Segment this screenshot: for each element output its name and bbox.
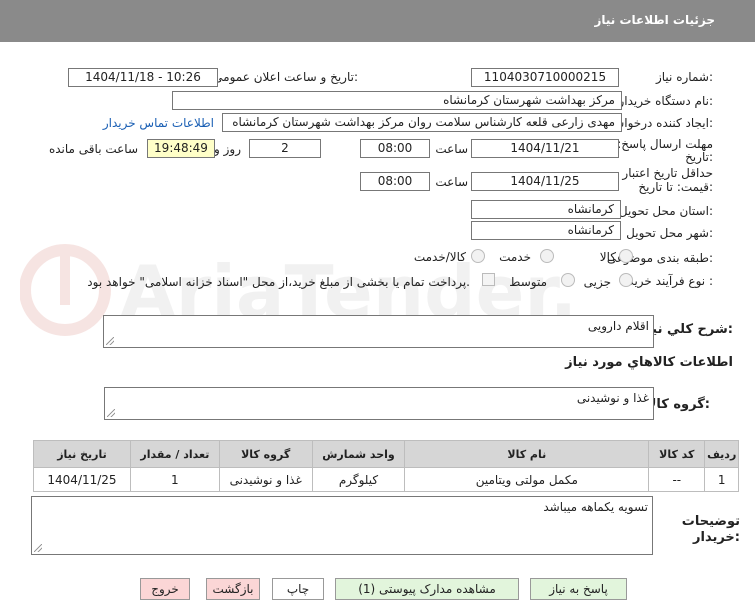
deadline-time-label: ساعت bbox=[435, 142, 468, 156]
cell-code: -- bbox=[648, 467, 706, 492]
category-radio-goods-service[interactable] bbox=[471, 249, 485, 263]
col-group: گروه کالا bbox=[218, 440, 313, 468]
deadline-date-field: 1404/11/21 bbox=[471, 139, 619, 158]
deadline-label-1: مهلت ارسال پاسخ: تا bbox=[606, 137, 713, 151]
category-option-service: خدمت bbox=[499, 250, 531, 264]
validity-date-field: 1404/11/25 bbox=[471, 172, 619, 191]
deadline-label-2: تاریخ: bbox=[685, 150, 713, 164]
exit-button[interactable]: خروج bbox=[140, 578, 190, 600]
city-label: شهر محل تحویل: bbox=[626, 226, 713, 240]
buyer-org-label: نام دستگاه خریدار: bbox=[618, 94, 714, 108]
description-value: اقلام دارویی bbox=[587, 319, 649, 333]
announce-label: تاریخ و ساعت اعلان عمومی: bbox=[213, 70, 358, 84]
buyer-notes-label-1: توضیحات bbox=[681, 514, 740, 529]
col-qty: تعداد / مقدار bbox=[130, 440, 220, 468]
payment-note: پرداخت تمام یا بخشی از مبلغ خرید،از محل … bbox=[87, 275, 470, 289]
title-bar: جزئیات اطلاعات نیاز bbox=[0, 0, 755, 42]
category-radio-service[interactable] bbox=[540, 249, 554, 263]
cell-row: 1 bbox=[704, 467, 739, 492]
goods-section-title: اطلاعات کالاهاي مورد نياز bbox=[565, 355, 733, 370]
page-title: جزئیات اطلاعات نیاز bbox=[594, 13, 715, 27]
goods-group-field: غذا و نوشیدنی bbox=[104, 387, 654, 420]
table-row[interactable]: 1 -- مکمل مولتی ویتامین کیلوگرم غذا و نو… bbox=[33, 467, 739, 492]
table-header-row: ردیف کد کالا نام کالا واحد شمارش گروه کا… bbox=[33, 440, 739, 468]
col-code: کد کالا bbox=[648, 440, 706, 468]
goods-group-value: غذا و نوشیدنی bbox=[576, 391, 649, 405]
need-number-label: شماره نیاز: bbox=[655, 70, 713, 84]
treasury-checkbox[interactable] bbox=[482, 273, 495, 286]
days-field: 2 bbox=[249, 139, 321, 158]
col-unit: واحد شمارش bbox=[311, 440, 406, 468]
resize-grip-icon[interactable] bbox=[34, 544, 42, 552]
process-option-minor: جزیی bbox=[583, 275, 611, 289]
creator-field: مهدی زارعی قلعه کارشناس سلامت روان مرکز … bbox=[222, 113, 622, 132]
buyer-notes-field: تسویه یکماهه میباشد bbox=[31, 496, 653, 555]
resize-grip-icon[interactable] bbox=[106, 337, 114, 345]
remaining-label: ساعت باقی مانده bbox=[48, 142, 138, 156]
category-option-goods: کالا bbox=[599, 250, 616, 264]
back-button[interactable]: بازگشت bbox=[206, 578, 260, 600]
province-field: کرمانشاه bbox=[471, 200, 621, 219]
col-date: تاریخ نیاز bbox=[33, 440, 131, 468]
attachments-button[interactable]: مشاهده مدارک پیوستی (1) bbox=[335, 578, 519, 600]
deadline-time-field: 08:00 bbox=[360, 139, 430, 158]
validity-label-2: قیمت: تا تاریخ: bbox=[638, 180, 713, 194]
remaining-time-field: 19:48:49 bbox=[147, 139, 215, 158]
need-number-field: 1104030710000215 bbox=[471, 68, 619, 87]
process-option-medium: متوسط bbox=[509, 275, 547, 289]
description-field: اقلام دارویی bbox=[103, 315, 654, 348]
goods-group-label: گروه کالا: bbox=[646, 397, 710, 412]
cell-group: غذا و نوشیدنی bbox=[218, 467, 313, 492]
buyer-notes-value: تسویه یکماهه میباشد bbox=[543, 500, 648, 514]
contact-buyer-link[interactable]: اطلاعات تماس خریدار bbox=[103, 116, 214, 130]
process-radio-minor[interactable] bbox=[619, 273, 633, 287]
cell-name: مکمل مولتی ویتامین bbox=[404, 467, 650, 492]
process-label: نوع فرآیند خرید : bbox=[628, 274, 713, 288]
city-field: کرمانشاه bbox=[471, 221, 621, 240]
announce-field: 1404/11/18 - 10:26 bbox=[68, 68, 218, 87]
buyer-notes-label-2: خریدار: bbox=[693, 530, 740, 545]
col-name: نام کالا bbox=[404, 440, 650, 468]
validity-time-field: 08:00 bbox=[360, 172, 430, 191]
cell-qty: 1 bbox=[130, 467, 220, 492]
days-label: روز و bbox=[214, 142, 241, 156]
category-radio-goods[interactable] bbox=[619, 249, 633, 263]
buyer-org-field: مرکز بهداشت شهرستان کرمانشاه bbox=[172, 91, 622, 110]
resize-grip-icon[interactable] bbox=[107, 409, 115, 417]
province-label: استان محل تحویل: bbox=[618, 204, 713, 218]
reply-button[interactable]: پاسخ به نیاز bbox=[530, 578, 627, 600]
process-radio-medium[interactable] bbox=[561, 273, 575, 287]
col-row: ردیف bbox=[704, 440, 739, 468]
category-option-goods-service: کالا/خدمت bbox=[413, 250, 466, 264]
goods-table: ردیف کد کالا نام کالا واحد شمارش گروه کا… bbox=[33, 440, 739, 492]
validity-time-label: ساعت bbox=[435, 175, 468, 189]
validity-label-1: حداقل تاریخ اعتبار bbox=[622, 166, 713, 180]
print-button[interactable]: چاپ bbox=[272, 578, 324, 600]
cell-date: 1404/11/25 bbox=[33, 467, 131, 492]
cell-unit: کیلوگرم bbox=[311, 467, 406, 492]
